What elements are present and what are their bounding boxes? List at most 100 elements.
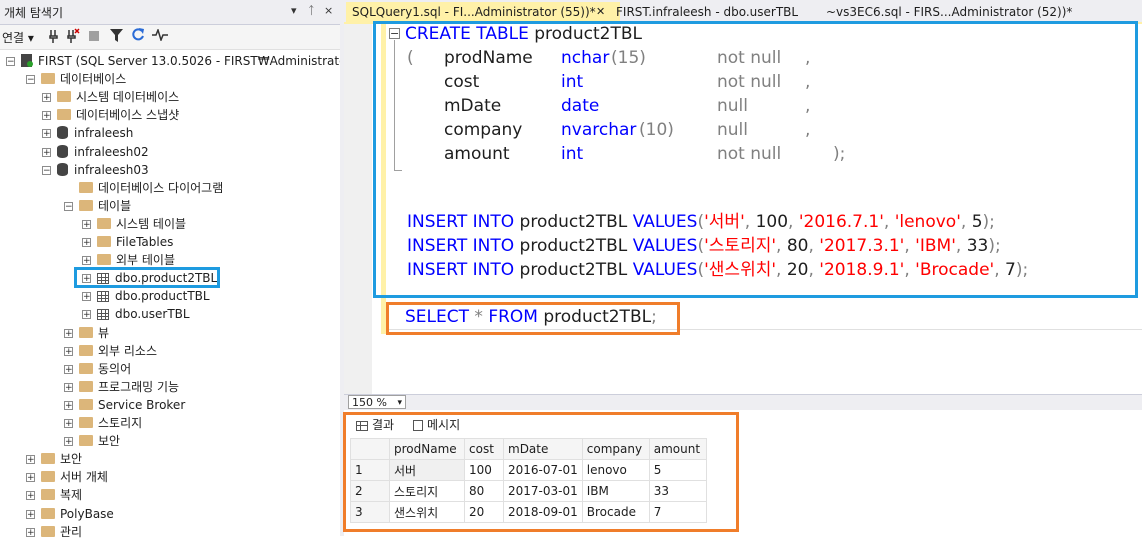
tree-node-label: 보안 (98, 434, 121, 449)
connect-icon[interactable] (48, 28, 62, 47)
tree-node[interactable]: + 관리 (26, 523, 82, 541)
tree-node[interactable]: + infraleesh02 (42, 143, 149, 161)
expand-icon[interactable]: + (26, 527, 35, 537)
expand-icon[interactable]: + (42, 111, 51, 121)
folder-icon (41, 73, 55, 85)
refresh-icon[interactable] (131, 28, 145, 45)
collapse-icon[interactable]: − (6, 57, 15, 67)
highlight-product2tbl (74, 267, 220, 288)
tab-vs3ec6[interactable]: ~vs3EC6.sql - FIRS...Administrator (52))… (820, 2, 1078, 22)
zoom-select[interactable]: 150 % ▾ (348, 395, 406, 409)
expand-icon[interactable]: + (82, 219, 91, 229)
tree-node-label: 뷰 (98, 325, 110, 340)
expand-icon[interactable]: + (82, 292, 91, 302)
tree-node[interactable]: + dbo.userTBL (82, 305, 190, 323)
collapse-icon[interactable]: − (26, 75, 35, 85)
tree-node[interactable]: + 시스템 데이터베이스 (42, 88, 179, 106)
folder-icon (79, 398, 93, 410)
folder-icon (79, 380, 93, 392)
tree-node[interactable]: + 동의어 (64, 360, 131, 378)
folder-icon (57, 109, 71, 121)
folder-icon (79, 435, 93, 447)
tree-node-label: 데이터베이스 스냅샷 (76, 108, 180, 123)
close-icon[interactable]: ✕ (596, 2, 605, 22)
tree-node[interactable]: − FIRST (SQL Server 13.0.5026 - FIRST₩Adm… (6, 52, 356, 70)
collapse-icon[interactable]: − (64, 201, 73, 211)
expand-icon[interactable]: + (82, 256, 91, 266)
close-icon[interactable]: × (324, 4, 333, 17)
tree-node[interactable]: − 테이블 (64, 197, 131, 215)
tree-node[interactable]: + infraleesh (42, 124, 133, 142)
expand-icon[interactable]: + (64, 382, 73, 392)
folder-icon (79, 326, 93, 338)
tab-label: ~vs3EC6.sql - FIRS...Administrator (52))… (826, 5, 1073, 19)
folder-icon (41, 507, 55, 519)
tree-node-label: dbo.userTBL (115, 307, 190, 322)
tree-node[interactable]: + Service Broker (64, 396, 185, 414)
expand-icon[interactable]: + (26, 473, 35, 483)
tree-node-label: 시스템 테이블 (116, 216, 187, 231)
expand-icon[interactable]: + (26, 509, 35, 519)
zoom-value: 150 % (352, 396, 387, 409)
tree-node[interactable]: − infraleesh03 (42, 161, 149, 179)
expand-icon[interactable]: + (82, 238, 91, 248)
tree-node-label: 복제 (60, 488, 83, 503)
disconnect-icon[interactable] (66, 28, 80, 47)
tree-node[interactable]: + 스토리지 (64, 414, 142, 432)
tab-label: FIRST.infraleesh - dbo.userTBL (616, 5, 799, 19)
tree-node[interactable]: + 프로그래밍 기능 (64, 378, 179, 396)
folder-icon (97, 254, 111, 266)
tree-node-label: 관리 (60, 524, 83, 539)
tree-node[interactable]: + 복제 (26, 486, 82, 504)
expand-icon[interactable]: + (64, 437, 73, 447)
folder-icon (41, 453, 55, 465)
server-icon (21, 54, 33, 67)
tree-node[interactable]: + 데이터베이스 스냅샷 (42, 106, 179, 124)
tree-node[interactable]: + 시스템 테이블 (82, 215, 186, 233)
tree-node[interactable]: + PolyBase (26, 505, 114, 523)
folder-icon (57, 91, 71, 103)
expand-icon[interactable]: + (42, 129, 51, 139)
tree-node[interactable]: + dbo.productTBL (82, 287, 210, 305)
tree-node-label: 시스템 데이터베이스 (76, 90, 180, 105)
tab-usertbl[interactable]: FIRST.infraleesh - dbo.userTBL (610, 2, 804, 22)
connect-button[interactable]: 연결 ▾ (2, 29, 34, 46)
expand-icon[interactable]: + (82, 310, 91, 320)
expand-icon[interactable]: + (42, 147, 51, 157)
tree-node-label: 데이터베이스 (60, 72, 127, 87)
folder-icon (97, 217, 111, 229)
tree-node[interactable]: + FileTables (82, 233, 173, 251)
editor-status-strip (344, 394, 1142, 411)
tree-node-label: infraleesh03 (74, 162, 149, 177)
collapse-icon[interactable]: − (42, 165, 51, 175)
expand-icon[interactable]: + (64, 419, 73, 429)
expand-icon[interactable]: + (42, 93, 51, 103)
tree-node[interactable]: 데이터베이스 다이어그램 (64, 179, 223, 197)
stop-icon[interactable] (89, 30, 99, 44)
pin-icon[interactable]: ᛏ (308, 4, 315, 17)
dropdown-icon[interactable]: ▾ (291, 4, 297, 17)
table-icon (97, 291, 109, 303)
folder-icon (79, 199, 93, 211)
filter-icon[interactable] (110, 29, 123, 45)
tree-node[interactable]: + 서버 개체 (26, 468, 108, 486)
expand-icon[interactable]: + (26, 455, 35, 465)
expand-icon[interactable]: + (26, 491, 35, 501)
expand-icon[interactable]: + (64, 364, 73, 374)
folder-icon (79, 362, 93, 374)
object-explorer-toolbar: 연결 ▾ (0, 25, 340, 50)
expand-icon[interactable]: + (64, 400, 73, 410)
tree-node[interactable]: − 데이터베이스 (26, 70, 126, 88)
tree-node[interactable]: + 뷰 (64, 324, 109, 342)
expand-icon[interactable]: + (64, 328, 73, 338)
chevron-down-icon[interactable]: ▾ (397, 396, 402, 410)
folder-icon (41, 489, 55, 501)
activity-icon[interactable] (152, 27, 168, 44)
tree-node[interactable]: + 외부 리소스 (64, 342, 157, 360)
highlight-select (386, 302, 680, 335)
expand-icon[interactable]: + (64, 346, 73, 356)
tree-node[interactable]: + 보안 (26, 450, 82, 468)
tree-node[interactable]: + 보안 (64, 432, 120, 450)
tree-node-label: 외부 테이블 (116, 253, 176, 268)
tab-sqlquery1[interactable]: SQLQuery1.sql - FI...Administrator (55))… (346, 2, 620, 22)
